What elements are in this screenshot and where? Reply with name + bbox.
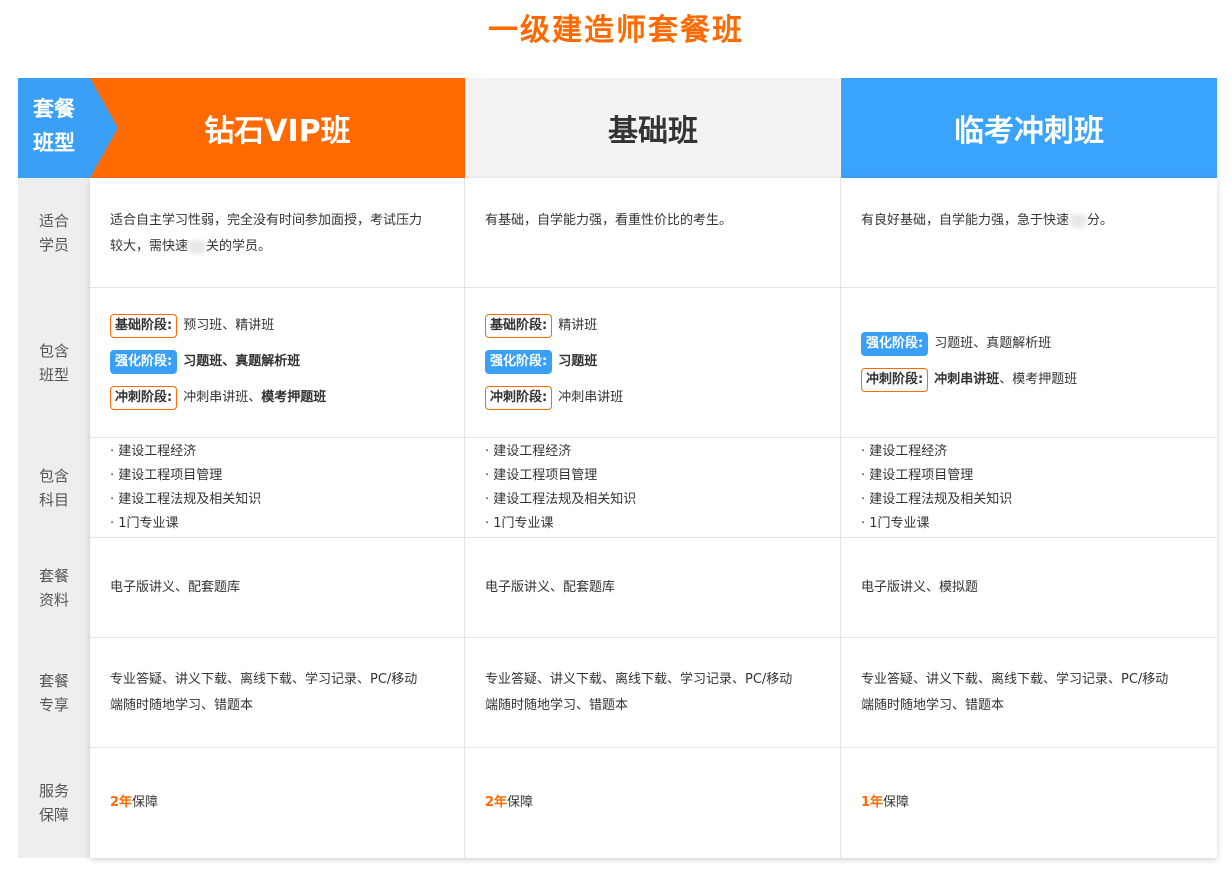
subject-item: · 建设工程法规及相关知识 bbox=[485, 492, 637, 507]
row-label-materials: 套餐 资料 bbox=[38, 567, 69, 609]
subject-item: · 1门专业课 bbox=[485, 516, 554, 531]
sprint-classes: 强化阶段: 习题班、真题解析班 冲刺阶段: 冲刺串讲班、模考押题班 bbox=[841, 288, 1217, 438]
subject-item: · 建设工程经济 bbox=[861, 444, 948, 459]
corner-arrow bbox=[90, 78, 118, 178]
subject-item: · 建设工程法规及相关知识 bbox=[861, 492, 1013, 507]
vip-classes: 基础阶段: 预习班、精讲班 强化阶段: 习题班、真题解析班 冲刺阶段: 冲刺串讲… bbox=[90, 288, 464, 438]
vip-exclusive: 专业答疑、讲义下载、离线下载、学习记录、PC/移动 端随时随地学习、错题本 bbox=[90, 638, 464, 748]
subject-item: · 1门专业课 bbox=[110, 516, 179, 531]
basic-materials: 电子版讲义、配套题库 bbox=[465, 538, 840, 638]
sprint-exclusive: 专业答疑、讲义下载、离线下载、学习记录、PC/移动 端随时随地学习、错题本 bbox=[841, 638, 1217, 748]
basic-guarantee: 2年 保障 bbox=[485, 795, 534, 810]
stage-row: 基础阶段: 精讲班 bbox=[485, 308, 623, 344]
vip-guarantee: 2年 保障 bbox=[110, 795, 159, 810]
basic-exclusive: 专业答疑、讲义下载、离线下载、学习记录、PC/移动 端随时随地学习、错题本 bbox=[465, 638, 840, 748]
row-label-column: 适合 学员 包含 班型 包含 科目 套餐 资料 套餐 专享 服务 保障 bbox=[18, 178, 90, 858]
basic-subjects: · 建设工程经济 · 建设工程项目管理 · 建设工程法规及相关知识 · 1门专业… bbox=[465, 438, 840, 538]
corner-label-line1: 套餐 bbox=[33, 97, 75, 121]
stage-badge-intensive: 强化阶段: bbox=[485, 350, 553, 374]
subject-item: · 建设工程项目管理 bbox=[861, 468, 974, 483]
package-comparison-table: 套餐 班型 钻石VIP班 基础班 临考冲刺班 适合 学员 包含 班型 包含 科目 套餐… bbox=[18, 78, 1217, 858]
row-label-subjects: 包含 科目 bbox=[38, 467, 69, 509]
blurred-text bbox=[188, 239, 207, 254]
stage-row: 基础阶段: 预习班、精讲班 bbox=[110, 308, 326, 344]
corner-label-line2: 班型 bbox=[33, 131, 75, 155]
header-corner: 套餐 班型 bbox=[18, 78, 118, 178]
vip-subjects: · 建设工程经济 · 建设工程项目管理 · 建设工程法规及相关知识 · 1门专业… bbox=[90, 438, 464, 538]
stage-badge-sprint: 冲刺阶段: bbox=[861, 368, 929, 392]
subject-item: · 建设工程项目管理 bbox=[485, 468, 598, 483]
stage-row: 冲刺阶段: 冲刺串讲班 bbox=[485, 380, 623, 416]
stage-row: 强化阶段: 习题班、真题解析班 bbox=[110, 344, 326, 380]
row-label-audience: 适合 学员 bbox=[38, 212, 69, 254]
sprint-subjects: · 建设工程经济 · 建设工程项目管理 · 建设工程法规及相关知识 · 1门专业… bbox=[841, 438, 1217, 538]
stage-badge-sprint: 冲刺阶段: bbox=[485, 386, 553, 410]
stage-badge-basic: 基础阶段: bbox=[485, 314, 553, 338]
subject-item: · 建设工程经济 bbox=[485, 444, 572, 459]
subject-item: · 建设工程项目管理 bbox=[110, 468, 223, 483]
column-basic: 有基础，自学能力强，看重性价比的考生。 基础阶段: 精讲班 强化阶段: 习题班 … bbox=[465, 178, 841, 858]
vip-materials: 电子版讲义、配套题库 bbox=[90, 538, 464, 638]
header-basic[interactable]: 基础班 bbox=[465, 78, 841, 178]
header-sprint[interactable]: 临考冲刺班 bbox=[841, 78, 1217, 178]
stage-row: 强化阶段: 习题班、真题解析班 bbox=[861, 326, 1077, 362]
basic-classes: 基础阶段: 精讲班 强化阶段: 习题班 冲刺阶段: 冲刺串讲班 bbox=[465, 288, 840, 438]
row-label-classes: 包含 班型 bbox=[38, 342, 69, 384]
subject-item: · 1门专业课 bbox=[861, 516, 930, 531]
sprint-guarantee: 1年 保障 bbox=[861, 795, 910, 810]
sprint-audience: 有良好基础，自学能力强，急于快速 分。 bbox=[841, 178, 1217, 288]
stage-row: 冲刺阶段: 冲刺串讲班、模考押题班 bbox=[861, 362, 1077, 398]
package-columns: 适合自主学习性弱，完全没有时间参加面授，考试压力 较大，需快速 关的学员。 基础阶… bbox=[90, 178, 1217, 858]
column-vip: 适合自主学习性弱，完全没有时间参加面授，考试压力 较大，需快速 关的学员。 基础阶… bbox=[90, 178, 465, 858]
blurred-text bbox=[1069, 213, 1088, 228]
stage-row: 冲刺阶段: 冲刺串讲班、模考押题班 bbox=[110, 380, 326, 416]
sprint-materials: 电子版讲义、模拟题 bbox=[841, 538, 1217, 638]
stage-badge-sprint: 冲刺阶段: bbox=[110, 386, 178, 410]
subject-item: · 建设工程法规及相关知识 bbox=[110, 492, 262, 507]
row-label-exclusive: 套餐 专享 bbox=[38, 672, 69, 714]
basic-audience: 有基础，自学能力强，看重性价比的考生。 bbox=[465, 178, 840, 288]
stage-badge-intensive: 强化阶段: bbox=[861, 332, 929, 356]
stage-badge-basic: 基础阶段: bbox=[110, 314, 178, 338]
stage-row: 强化阶段: 习题班 bbox=[485, 344, 623, 380]
vip-audience: 适合自主学习性弱，完全没有时间参加面授，考试压力 较大，需快速 关的学员。 bbox=[90, 178, 464, 288]
header-vip[interactable]: 钻石VIP班 bbox=[90, 78, 465, 178]
page-title: 一级建造师套餐班 bbox=[488, 13, 744, 48]
row-label-guarantee: 服务 保障 bbox=[38, 782, 69, 824]
stage-badge-intensive: 强化阶段: bbox=[110, 350, 178, 374]
subject-item: · 建设工程经济 bbox=[110, 444, 197, 459]
column-sprint: 有良好基础，自学能力强，急于快速 分。 强化阶段: 习题班、真题解析班 冲刺阶段:… bbox=[841, 178, 1217, 858]
